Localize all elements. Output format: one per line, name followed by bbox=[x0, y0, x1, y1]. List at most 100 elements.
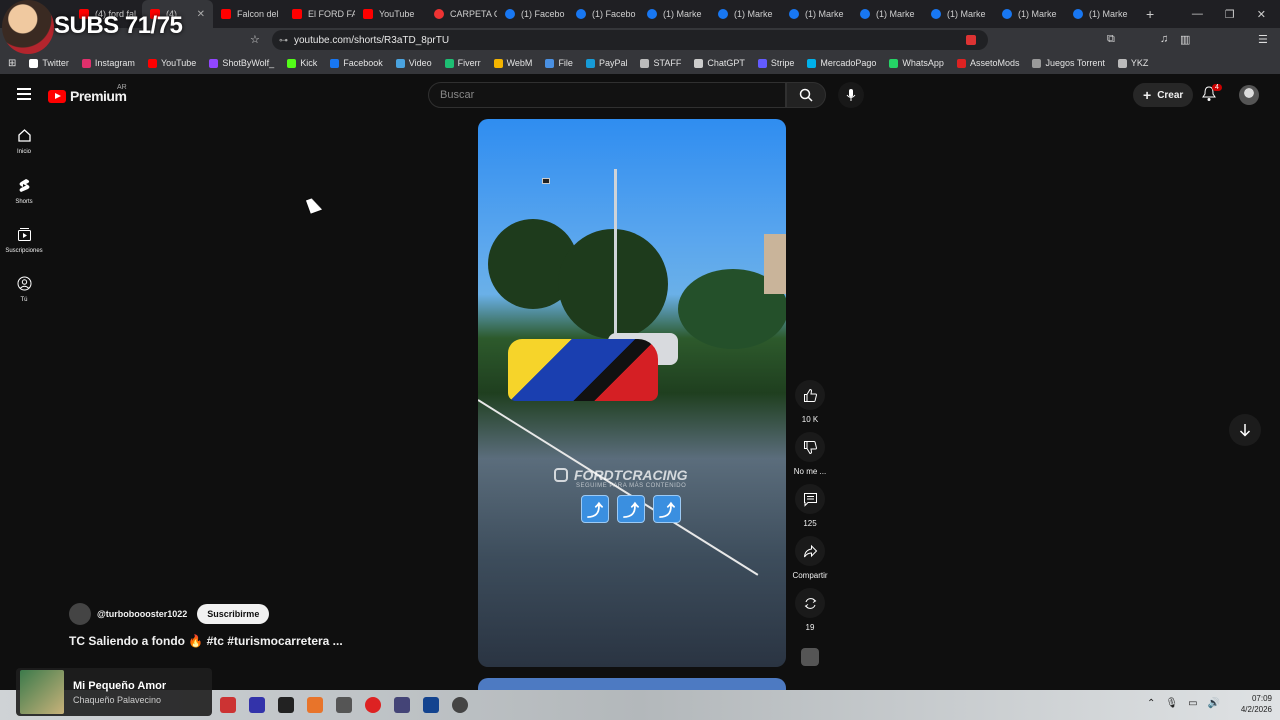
bookmark-favicon-icon bbox=[956, 58, 966, 68]
bookmark-label: ShotByWolf_ bbox=[222, 58, 275, 68]
remix-button[interactable]: 19 bbox=[790, 588, 830, 632]
browser-tab[interactable]: (1) Facebo bbox=[497, 0, 568, 28]
app-icon[interactable] bbox=[336, 697, 352, 713]
browser-tab[interactable]: CARPETA C bbox=[426, 0, 497, 28]
share-button[interactable]: Compartir bbox=[790, 536, 830, 580]
next-short-button[interactable] bbox=[1229, 414, 1261, 446]
bookmark-item[interactable]: ShotByWolf_ bbox=[209, 58, 274, 68]
sidebar-item-subscriptions[interactable]: Suscripciones bbox=[0, 227, 48, 254]
microphone-tray-icon[interactable]: 🎙 bbox=[1165, 698, 1178, 709]
browser-tab[interactable]: (1) Marke bbox=[781, 0, 852, 28]
streamer-avatar bbox=[2, 0, 54, 54]
tab-label: (1) Marke bbox=[734, 9, 773, 19]
bookmark-item[interactable]: PayPal bbox=[585, 58, 627, 68]
sidebar-item-home[interactable]: Inicio bbox=[0, 128, 48, 155]
clock[interactable]: 07:09 4/2/2026 bbox=[1241, 693, 1272, 715]
sidebar-item-shorts[interactable]: Shorts bbox=[0, 178, 48, 205]
account-avatar[interactable] bbox=[1239, 85, 1259, 105]
browser-tab[interactable]: (1) Marke bbox=[852, 0, 923, 28]
volume-icon[interactable]: 🔊 bbox=[1208, 698, 1220, 709]
browser-tab[interactable]: Falcon del bbox=[213, 0, 284, 28]
close-window-icon[interactable]: ✕ bbox=[1257, 8, 1266, 21]
browser-tab[interactable]: (1) Marke bbox=[923, 0, 994, 28]
sidebar-icon[interactable]: ▥ bbox=[1180, 33, 1190, 46]
sidebar-item-label: Shorts bbox=[15, 199, 33, 205]
tab-label: (1) Marke bbox=[663, 9, 702, 19]
shorts-video-player[interactable]: FORDTCRACING SEGUIME PARA MÁS CONTENIDO … bbox=[478, 119, 786, 667]
bookmark-item[interactable]: Juegos Torrent bbox=[1032, 58, 1105, 68]
network-icon[interactable]: ▭ bbox=[1188, 698, 1197, 709]
bookmark-item[interactable]: Twitter bbox=[29, 58, 69, 68]
photoshop-icon[interactable] bbox=[423, 697, 439, 713]
like-button[interactable]: 10 K bbox=[790, 380, 830, 424]
bookmark-item[interactable]: WebM bbox=[493, 58, 533, 68]
address-bar[interactable]: ⊶ youtube.com/shorts/R3aTD_8prTU bbox=[272, 30, 988, 50]
apps-icon[interactable]: ⊞ bbox=[8, 58, 16, 69]
bookmark-item[interactable]: AssetoMods bbox=[956, 58, 1019, 68]
site-info-icon[interactable]: ⊶ bbox=[279, 35, 288, 46]
bookmark-item[interactable]: Instagram bbox=[81, 58, 135, 68]
create-button[interactable]: + Crear bbox=[1133, 83, 1194, 107]
bookmark-item[interactable]: STAFF bbox=[640, 58, 681, 68]
search-input[interactable]: Buscar bbox=[428, 82, 786, 108]
short-title[interactable]: TC Saliendo a fondo 🔥 #tc #turismocarret… bbox=[69, 634, 343, 648]
bookmark-label: WebM bbox=[506, 58, 533, 68]
app-icon[interactable] bbox=[307, 697, 323, 713]
app-icon[interactable] bbox=[394, 697, 410, 713]
browser-tab[interactable]: El FORD FA bbox=[284, 0, 355, 28]
channel-thumbnail[interactable] bbox=[801, 648, 819, 666]
channel-info: @turboboooster1022 Suscribirme bbox=[69, 603, 270, 625]
bookmark-label: YKZ bbox=[1130, 58, 1149, 68]
browser-tab[interactable]: (1) Facebo bbox=[568, 0, 639, 28]
bookmarks-bar: ⊞ Twitter Instagram YouTube ShotByWolf_ Kick… bbox=[0, 52, 1280, 74]
tab-label: (1) Marke bbox=[1018, 9, 1057, 19]
extensions-icon[interactable]: ⧉ bbox=[1107, 33, 1115, 46]
app-icon[interactable] bbox=[452, 697, 468, 713]
subscribe-button[interactable]: Suscribirme bbox=[197, 604, 270, 624]
browser-tab[interactable]: (1) Marke bbox=[639, 0, 710, 28]
app-icon[interactable] bbox=[220, 697, 236, 713]
bookmark-label: Facebook bbox=[343, 58, 383, 68]
channel-name[interactable]: @turboboooster1022 bbox=[97, 609, 187, 619]
app-icon[interactable] bbox=[365, 697, 381, 713]
bookmark-label: ChatGPT bbox=[707, 58, 745, 68]
browser-tab[interactable]: (1) Marke bbox=[994, 0, 1065, 28]
bookmark-item[interactable]: Video bbox=[395, 58, 432, 68]
bookmark-item[interactable]: Kick bbox=[287, 58, 317, 68]
menu-icon[interactable]: ☰ bbox=[1258, 33, 1268, 46]
bookmark-item[interactable]: Fiverr bbox=[444, 58, 481, 68]
bookmark-item[interactable]: YKZ bbox=[1117, 58, 1149, 68]
tab-close-icon[interactable]: ✕ bbox=[197, 9, 205, 20]
browser-tab[interactable]: (1) Marke bbox=[1065, 0, 1136, 28]
bookmark-item[interactable]: File bbox=[545, 58, 573, 68]
browser-tab[interactable]: YouTube bbox=[355, 0, 426, 28]
restore-icon[interactable]: ❐ bbox=[1225, 8, 1235, 21]
new-tab-button[interactable]: + bbox=[1136, 6, 1164, 22]
channel-avatar[interactable] bbox=[69, 603, 91, 625]
bookmark-item[interactable]: MercadoPago bbox=[807, 58, 876, 68]
guide-menu-icon[interactable] bbox=[17, 88, 31, 100]
app-icon[interactable] bbox=[278, 697, 294, 713]
bookmark-item[interactable]: Stripe bbox=[757, 58, 794, 68]
bookmark-item[interactable]: Facebook bbox=[330, 58, 383, 68]
bookmark-icon[interactable]: ☆ bbox=[250, 33, 260, 46]
tab-label: (1) Facebo bbox=[521, 9, 565, 19]
system-tray: ⌃ 🎙 ▭ 🔊 bbox=[1147, 698, 1220, 709]
bookmark-item[interactable]: YouTube bbox=[147, 58, 196, 68]
dislike-button[interactable]: No me ... bbox=[790, 432, 830, 476]
subs-counter: SUBS 71/75 bbox=[54, 12, 183, 39]
browser-tab[interactable]: (1) Marke bbox=[710, 0, 781, 28]
app-icon[interactable] bbox=[249, 697, 265, 713]
adblock-icon[interactable] bbox=[966, 35, 976, 45]
media-icon[interactable]: ♫ bbox=[1160, 33, 1168, 45]
chevron-up-icon[interactable]: ⌃ bbox=[1147, 698, 1155, 709]
sidebar-item-you[interactable]: Tú bbox=[0, 276, 48, 303]
comments-button[interactable]: 125 bbox=[790, 484, 830, 528]
bookmark-item[interactable]: ChatGPT bbox=[694, 58, 745, 68]
youtube-logo[interactable]: Premium bbox=[48, 88, 127, 104]
minimize-icon[interactable]: — bbox=[1192, 8, 1203, 21]
voice-search-button[interactable] bbox=[838, 82, 864, 108]
bookmark-item[interactable]: WhatsApp bbox=[889, 58, 944, 68]
tab-label: (1) Facebo bbox=[592, 9, 636, 19]
search-button[interactable] bbox=[786, 82, 826, 108]
